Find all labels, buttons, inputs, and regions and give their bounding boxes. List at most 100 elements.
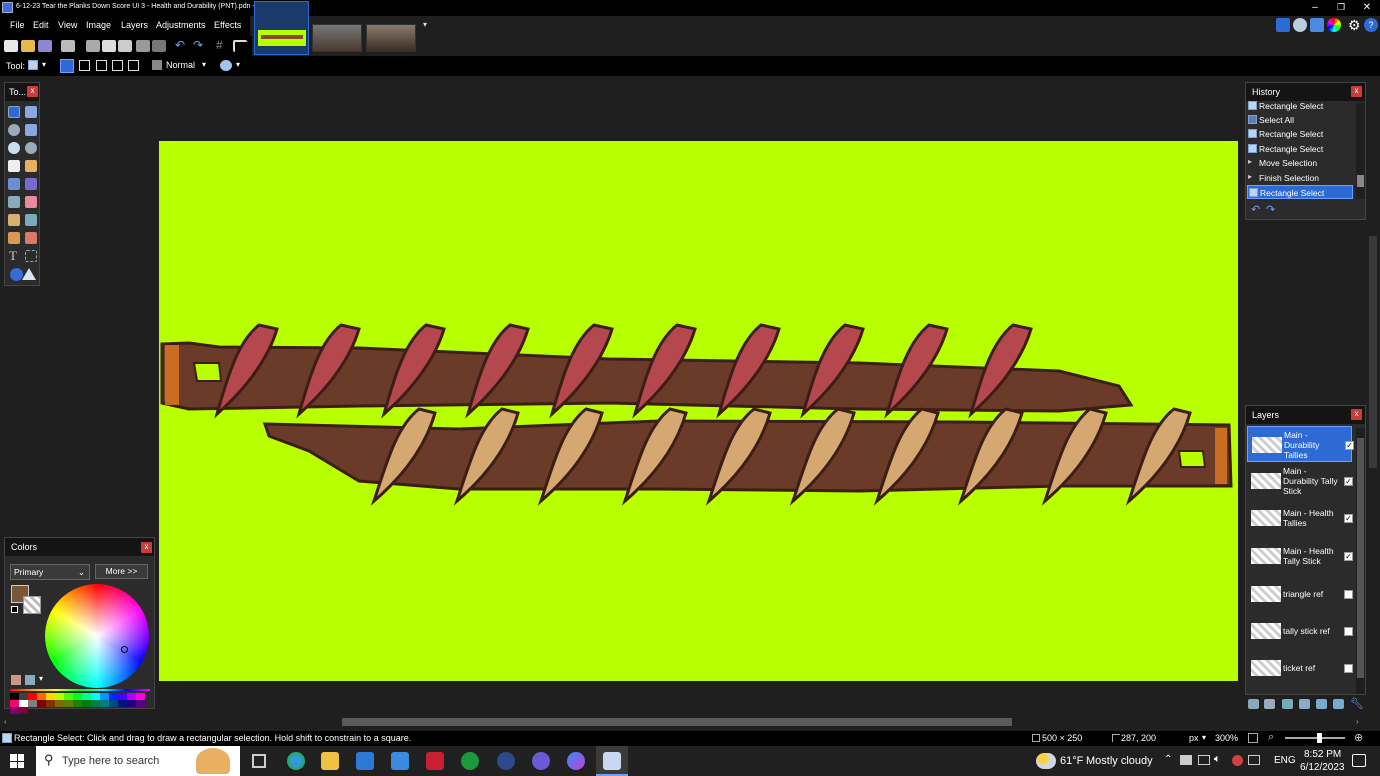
current-tool-icon[interactable]	[28, 60, 38, 70]
palette-swatch[interactable]	[82, 693, 91, 700]
layer-visibility-checkbox[interactable]: ✓	[1344, 514, 1353, 523]
history-item[interactable]: ▸ Move Selection	[1247, 156, 1353, 170]
color-wheel-picker[interactable]	[121, 646, 128, 653]
history-item-selected[interactable]: Rectangle Select	[1247, 185, 1353, 199]
history-undo-icon[interactable]: ↶	[1251, 203, 1260, 216]
palette-swatch[interactable]	[10, 693, 19, 700]
more-colors-button[interactable]: More >>	[95, 564, 148, 579]
history-panel-close-button[interactable]: x	[1351, 86, 1362, 97]
settings-gear-icon[interactable]: ⚙	[1348, 17, 1361, 34]
units-select[interactable]: px	[1189, 733, 1199, 743]
antialiasing-dropdown-icon[interactable]: ▾	[236, 60, 240, 69]
palette-swatch[interactable]	[118, 693, 127, 700]
tray-device-icon[interactable]	[1198, 755, 1210, 765]
pan-tool-icon[interactable]	[25, 160, 37, 172]
history-item[interactable]: ▸ Finish Selection	[1247, 171, 1353, 185]
palette-swatch[interactable]	[100, 700, 109, 707]
game-app-icon[interactable]	[426, 752, 444, 770]
taskbar-search-box[interactable]: ⚲ Type here to search	[36, 746, 240, 776]
open-file-icon[interactable]	[21, 40, 35, 52]
crop-to-selection-icon[interactable]	[136, 40, 150, 52]
antialiasing-icon[interactable]	[220, 60, 232, 71]
ruler-icon[interactable]	[233, 40, 247, 52]
selection-mode-replace-icon[interactable]	[60, 59, 74, 73]
blend-mode-dropdown-icon[interactable]: ▾	[202, 60, 206, 69]
palette-swatch[interactable]	[19, 700, 28, 707]
move-selection-tool-icon[interactable]	[25, 124, 37, 136]
move-selected-pixels-tool-icon[interactable]	[25, 106, 37, 118]
palette-swatch[interactable]	[55, 700, 64, 707]
colors-toggle-icon[interactable]	[1327, 18, 1341, 32]
zoom-to-window-icon[interactable]	[1248, 733, 1258, 743]
clone-stamp-tool-icon[interactable]	[8, 232, 20, 244]
layer-visibility-checkbox[interactable]	[1344, 590, 1353, 599]
palette-swatch[interactable]	[19, 693, 28, 700]
cut-icon[interactable]	[86, 40, 100, 52]
scroll-right-icon[interactable]: ›	[1356, 717, 1359, 726]
weather-temp[interactable]: 61°F	[1060, 755, 1083, 767]
menu-layers[interactable]: Layers	[121, 20, 148, 30]
horizontal-scrollbar-thumb[interactable]	[342, 718, 1012, 726]
palette-swatch[interactable]	[82, 700, 91, 707]
zoom-slider[interactable]	[1285, 733, 1345, 743]
palette-swatch[interactable]	[19, 707, 28, 714]
color-mode-select[interactable]: Primary ⌄	[10, 564, 90, 580]
history-scrollbar[interactable]	[1356, 103, 1365, 199]
selection-mode-exclude-icon[interactable]	[96, 60, 107, 71]
image-tab-active[interactable]	[254, 1, 309, 55]
tools-toggle-icon[interactable]	[1276, 18, 1290, 32]
layers-toggle-icon[interactable]	[1310, 18, 1324, 32]
palette-swatch[interactable]	[127, 700, 136, 707]
history-item[interactable]: Select All	[1247, 113, 1353, 127]
clock-date[interactable]: 6/12/2023	[1300, 762, 1345, 773]
messenger-icon[interactable]	[567, 752, 585, 770]
move-layer-down-icon[interactable]	[1333, 699, 1344, 709]
tools-panel-close-button[interactable]: x	[27, 86, 38, 97]
palette-swatch[interactable]	[109, 693, 118, 700]
layers-scrollbar[interactable]	[1356, 428, 1365, 694]
windows-start-icon[interactable]	[10, 754, 24, 768]
palette-swatch[interactable]	[73, 700, 82, 707]
rectangle-select-tool-icon[interactable]	[8, 106, 20, 118]
gradient-tool-icon[interactable]	[25, 178, 37, 190]
grid-icon[interactable]: #	[216, 38, 223, 52]
history-redo-icon[interactable]: ↷	[1266, 203, 1275, 216]
text-tool-icon[interactable]: T	[9, 248, 17, 264]
discord-icon[interactable]	[532, 752, 550, 770]
blend-mode-select[interactable]: Normal	[166, 60, 195, 70]
palette-swatch[interactable]	[127, 693, 136, 700]
magic-wand-tool-icon[interactable]	[8, 160, 20, 172]
lasso-select-tool-icon[interactable]	[8, 124, 20, 136]
new-file-icon[interactable]	[4, 40, 18, 52]
color-palette[interactable]	[10, 693, 150, 714]
scroll-left-icon[interactable]: ‹	[4, 717, 7, 726]
palette-swatch[interactable]	[46, 693, 55, 700]
palette-swatch[interactable]	[91, 693, 100, 700]
save-icon[interactable]	[38, 40, 52, 52]
layer-visibility-checkbox[interactable]	[1344, 664, 1353, 673]
layer-row-selected[interactable]: Main - Durability Tallies ✓	[1247, 426, 1354, 462]
notifications-icon[interactable]	[1352, 754, 1366, 767]
battery-icon[interactable]	[1248, 755, 1260, 765]
history-item[interactable]: Rectangle Select	[1247, 127, 1353, 141]
copy-icon[interactable]	[102, 40, 116, 52]
weather-desc[interactable]: Mostly cloudy	[1086, 755, 1153, 767]
menu-adjustments[interactable]: Adjustments	[156, 20, 206, 30]
zoom-in-icon[interactable]: ⊕	[1354, 731, 1363, 744]
menu-view[interactable]: View	[58, 20, 77, 30]
palette-swatch[interactable]	[136, 700, 145, 707]
zoom-level[interactable]: 300%	[1215, 733, 1238, 743]
image-tab-3[interactable]	[366, 24, 416, 52]
selection-mode-intersect-icon[interactable]	[112, 60, 123, 71]
layers-scrollbar-thumb[interactable]	[1357, 438, 1364, 678]
palette-swatch[interactable]	[10, 707, 19, 714]
layer-row[interactable]: tally stick ref	[1247, 613, 1353, 649]
delete-layer-icon[interactable]	[1264, 699, 1275, 709]
layers-panel-close-button[interactable]: x	[1351, 409, 1362, 420]
color-wheel[interactable]	[45, 584, 149, 688]
palette-swatch[interactable]	[118, 700, 127, 707]
mail-icon[interactable]	[356, 752, 374, 770]
palette-swatch[interactable]	[28, 700, 37, 707]
print-icon[interactable]	[61, 40, 75, 52]
edge-browser-icon[interactable]	[287, 752, 305, 770]
